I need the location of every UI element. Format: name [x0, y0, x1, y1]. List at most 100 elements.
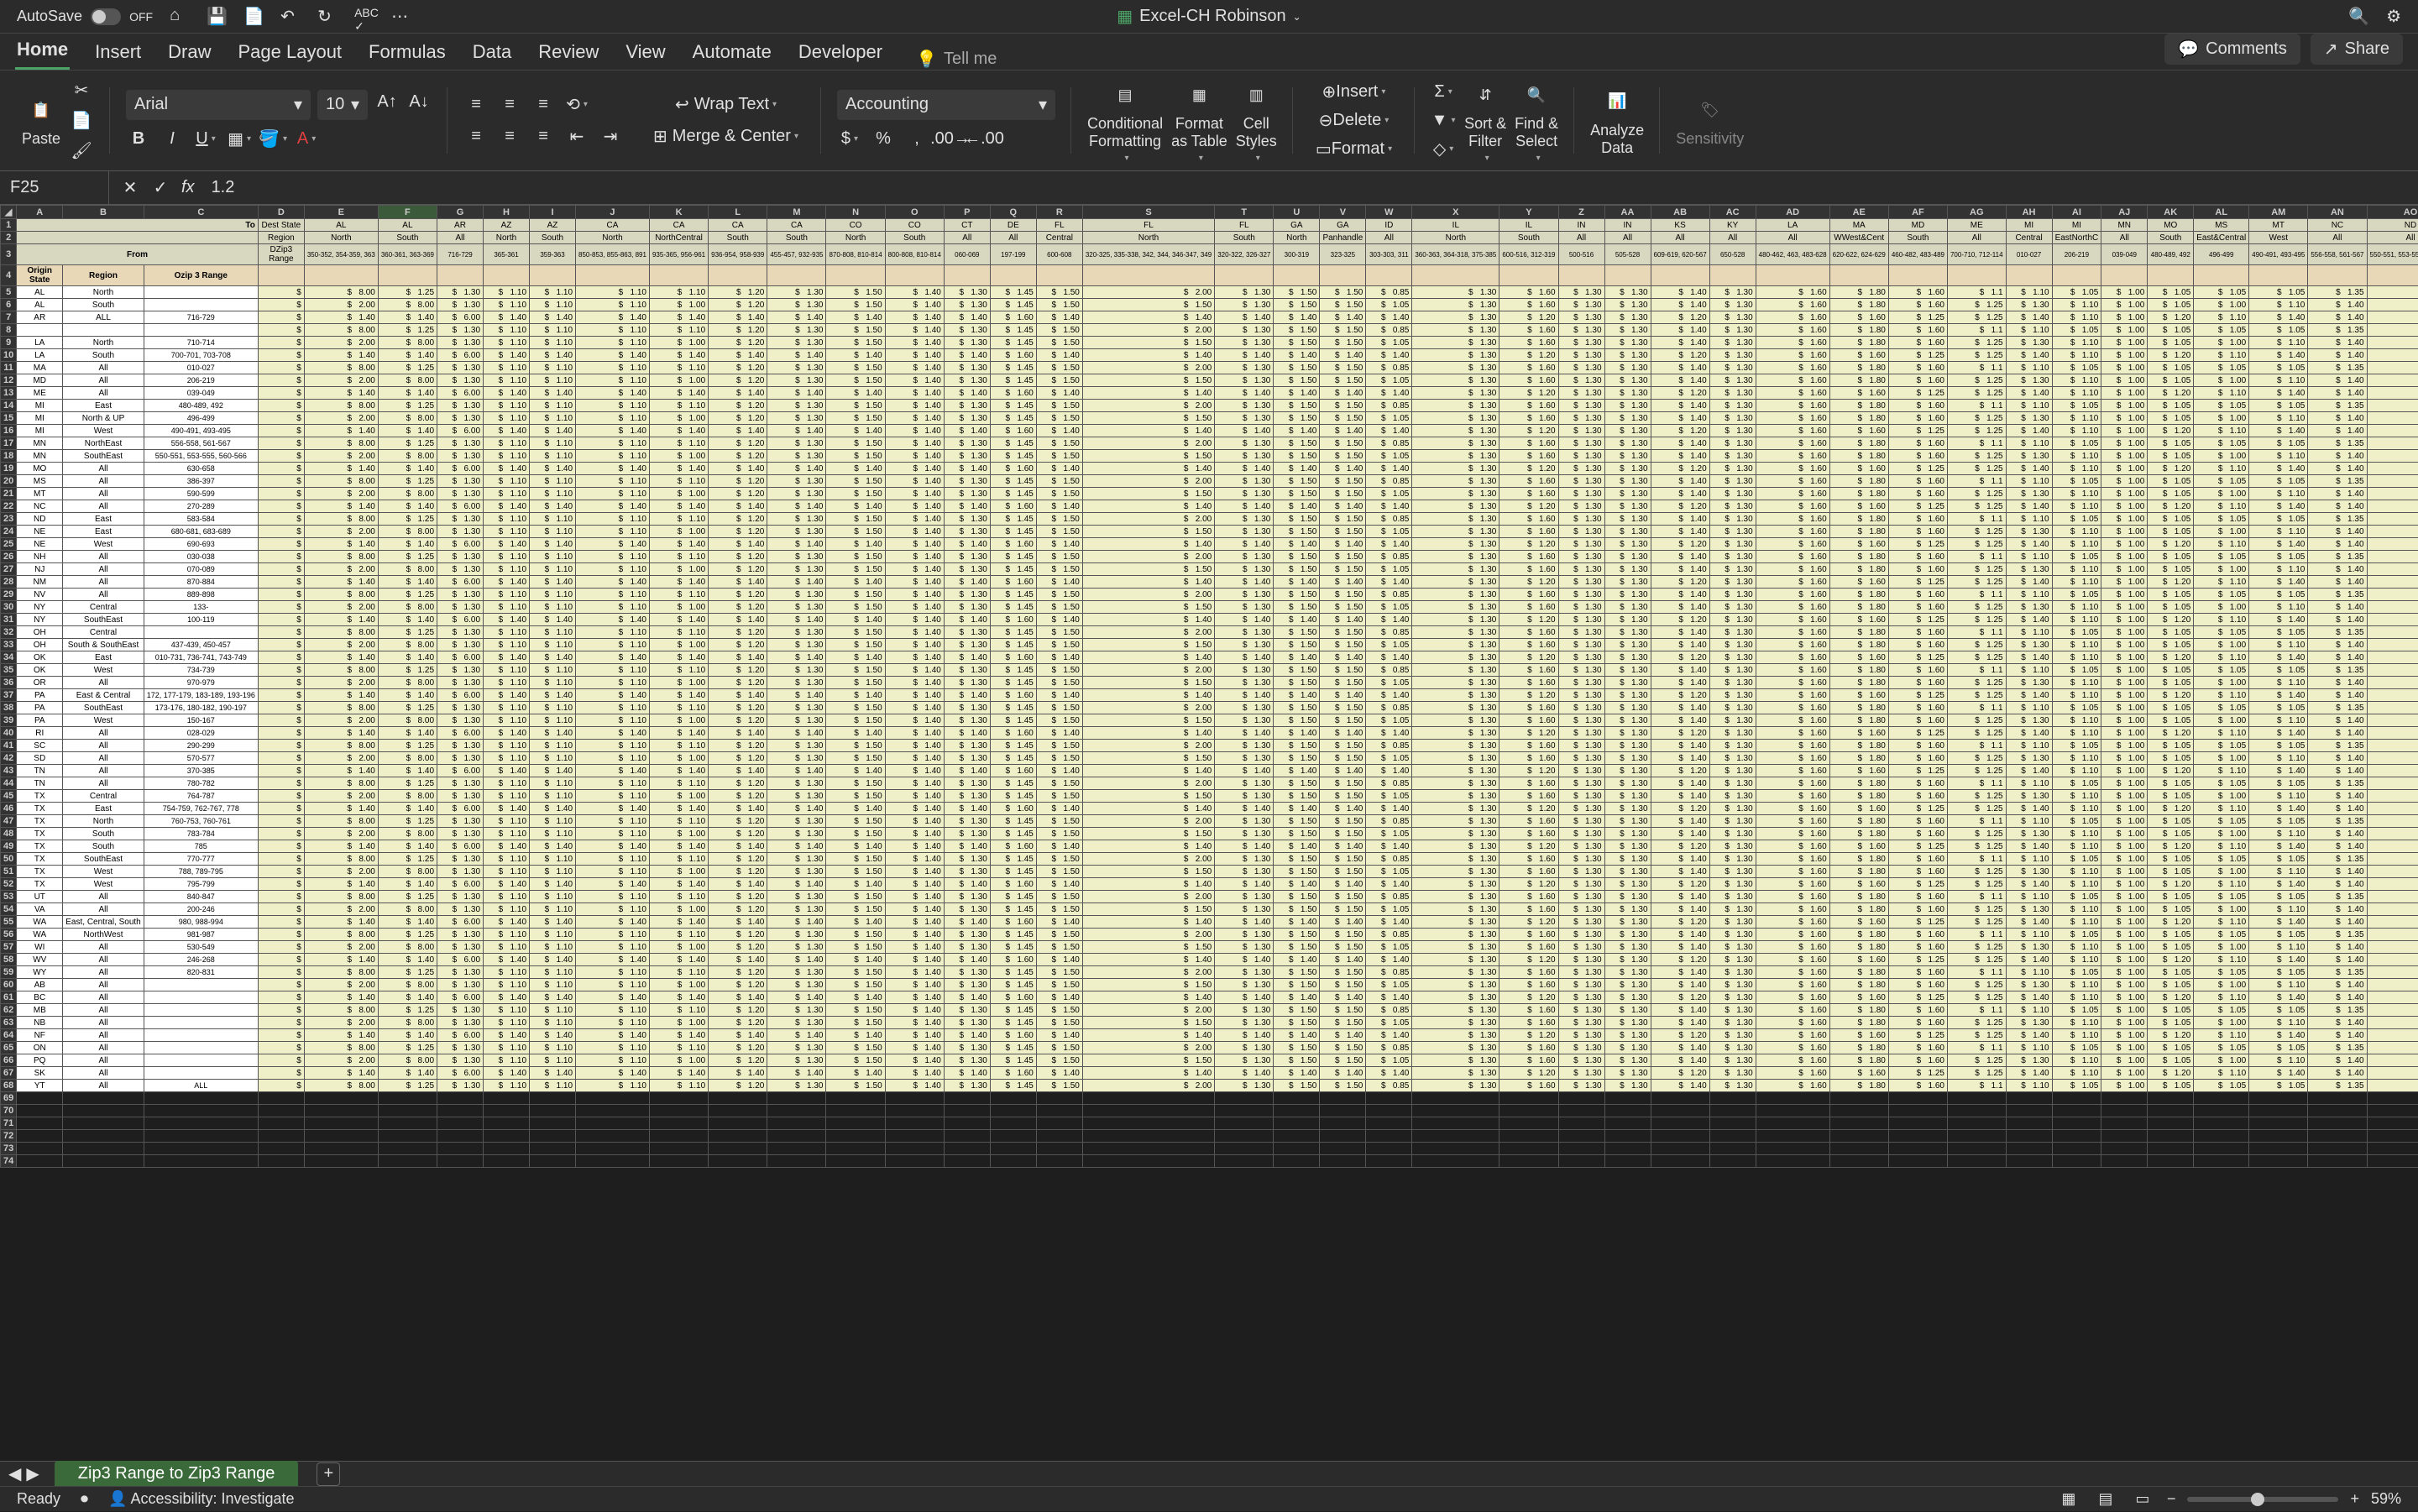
origin-state-cell[interactable]: NM — [17, 576, 63, 589]
data-cell[interactable]: $ 1.40 — [1215, 500, 1274, 513]
origin-zip-cell[interactable]: 039-049 — [144, 387, 258, 400]
data-cell[interactable]: $ 1.40 — [1320, 651, 1366, 664]
data-cell[interactable]: $ 1.30 — [1709, 450, 1756, 463]
data-cell[interactable]: $ 1.60 — [990, 878, 1036, 891]
data-cell[interactable]: $ 1.25 — [1947, 463, 2006, 475]
data-cell[interactable]: $ 1.45 — [990, 790, 1036, 803]
data-cell[interactable]: $ 1.10 — [2006, 437, 2052, 450]
data-cell[interactable]: $ 1.25 — [1888, 991, 1947, 1004]
data-cell[interactable]: $ 1.30 — [1558, 563, 1604, 576]
data-cell[interactable]: $ — [258, 853, 304, 866]
data-cell[interactable]: $ 1.30 — [1558, 866, 1604, 878]
data-cell[interactable]: $ 1.50 — [1320, 790, 1366, 803]
data-cell[interactable]: $ 2.00 — [304, 1054, 378, 1067]
data-cell[interactable]: $ 1.10 — [484, 362, 530, 374]
data-cell[interactable]: $ 1.50 — [1274, 589, 1320, 601]
empty-cell[interactable] — [1215, 1155, 1274, 1168]
data-cell[interactable]: $ 1.45 — [2367, 1017, 2418, 1029]
data-cell[interactable]: $ 1.40 — [484, 727, 530, 740]
data-cell[interactable]: $ 1.05 — [2052, 740, 2101, 752]
data-cell[interactable]: $ 1.60 — [1756, 903, 1829, 916]
data-cell[interactable]: $ 1.50 — [1320, 714, 1366, 727]
data-cell[interactable]: $ 1.40 — [944, 463, 990, 475]
data-cell[interactable]: $ 1.05 — [1366, 299, 1412, 311]
data-cell[interactable]: $ 2.00 — [304, 1017, 378, 1029]
data-cell[interactable]: $ 1.40 — [1651, 1017, 1709, 1029]
data-cell[interactable]: $ 1.40 — [944, 1067, 990, 1080]
data-cell[interactable]: $ 1.00 — [2101, 488, 2148, 500]
data-cell[interactable]: $ 1.60 — [1829, 954, 1888, 966]
data-cell[interactable]: $ 1.30 — [1709, 475, 1756, 488]
data-cell[interactable]: $ 1.10 — [576, 853, 650, 866]
empty-cell[interactable] — [2052, 1155, 2101, 1168]
row-header[interactable]: 70 — [1, 1105, 17, 1117]
data-cell[interactable]: $ 2.00 — [1082, 702, 1214, 714]
data-cell[interactable]: $ 1.10 — [530, 702, 576, 714]
data-cell[interactable]: $ 1.20 — [1499, 500, 1558, 513]
sheet-tab-active[interactable]: Zip3 Range to Zip3 Range — [55, 1461, 299, 1487]
data-cell[interactable]: $ 1.35 — [2308, 1042, 2367, 1054]
data-cell[interactable]: $ 1.40 — [2308, 311, 2367, 324]
data-cell[interactable]: $ — [258, 437, 304, 450]
origin-region-cell[interactable]: All — [63, 1080, 144, 1092]
data-cell[interactable]: $ 1.30 — [437, 437, 484, 450]
empty-cell[interactable] — [2148, 1155, 2194, 1168]
data-cell[interactable]: $ 1.50 — [1274, 362, 1320, 374]
dest-zip-cell[interactable]: 350-352, 354-359, 363 — [304, 244, 378, 265]
data-cell[interactable]: $ 1.30 — [2006, 299, 2052, 311]
data-cell[interactable]: $ 8.00 — [378, 1017, 437, 1029]
empty-cell[interactable] — [1829, 1143, 1888, 1155]
data-cell[interactable]: $ 1.10 — [2249, 563, 2308, 576]
empty-cell[interactable] — [2308, 1117, 2367, 1130]
data-cell[interactable]: $ 1.30 — [1412, 966, 1499, 979]
data-cell[interactable]: $ 0.85 — [1366, 324, 1412, 337]
data-cell[interactable]: $ 1.00 — [2194, 601, 2249, 614]
data-cell[interactable]: $ 1.20 — [2148, 614, 2194, 626]
data-cell[interactable]: $ 1.20 — [1499, 1067, 1558, 1080]
data-cell[interactable]: $ 1.00 — [2101, 589, 2148, 601]
data-cell[interactable]: $ 1.40 — [944, 425, 990, 437]
data-cell[interactable]: $ 1.40 — [2367, 463, 2418, 475]
data-cell[interactable]: $ 1.30 — [1604, 601, 1651, 614]
data-cell[interactable]: $ 1.40 — [2308, 387, 2367, 400]
origin-zip-cell[interactable]: 270-289 — [144, 500, 258, 513]
data-cell[interactable]: $ 1.30 — [437, 286, 484, 299]
data-cell[interactable]: $ 1.25 — [1888, 500, 1947, 513]
data-cell[interactable]: $ 1.50 — [1036, 941, 1082, 954]
data-cell[interactable]: $ 1.60 — [1499, 677, 1558, 689]
data-cell[interactable]: $ 1.00 — [649, 601, 708, 614]
data-cell[interactable]: $ 0.85 — [1366, 1080, 1412, 1092]
data-cell[interactable]: $ 1.00 — [2101, 664, 2148, 677]
data-cell[interactable]: $ 1.60 — [1888, 714, 1947, 727]
data-cell[interactable]: $ 1.05 — [1366, 601, 1412, 614]
cancel-formula-icon[interactable]: ✕ — [118, 175, 143, 201]
data-cell[interactable] — [990, 265, 1036, 286]
data-cell[interactable]: $ 1.40 — [1366, 765, 1412, 777]
data-cell[interactable]: $ — [258, 1029, 304, 1042]
empty-cell[interactable] — [437, 1155, 484, 1168]
data-cell[interactable]: $ 1.50 — [826, 551, 885, 563]
data-cell[interactable]: $ 1.10 — [649, 1080, 708, 1092]
borders-icon[interactable]: ▦ — [227, 127, 252, 152]
data-cell[interactable]: $ 1.40 — [576, 651, 650, 664]
origin-zip-cell[interactable]: 070-089 — [144, 563, 258, 576]
origin-state-cell[interactable]: LA — [17, 337, 63, 349]
row-header[interactable]: 27 — [1, 563, 17, 576]
data-cell[interactable]: $ 1.10 — [576, 891, 650, 903]
data-cell[interactable]: $ 1.40 — [2006, 349, 2052, 362]
empty-cell[interactable] — [530, 1130, 576, 1143]
next-sheet-icon[interactable]: ▶ — [26, 1463, 39, 1484]
data-cell[interactable]: $ 1.60 — [1499, 1080, 1558, 1092]
data-cell[interactable]: $ 1.50 — [1320, 664, 1366, 677]
origin-region-cell[interactable]: East — [63, 526, 144, 538]
conditional-formatting-button[interactable]: ▤Conditional Formatting — [1087, 78, 1163, 163]
data-cell[interactable]: $ 1.40 — [709, 311, 767, 324]
col-header[interactable]: O — [885, 206, 944, 219]
data-cell[interactable]: $ 1.50 — [1274, 1004, 1320, 1017]
data-cell[interactable]: $ 1.20 — [1651, 840, 1709, 853]
data-cell[interactable]: $ 1.10 — [2052, 349, 2101, 362]
data-cell[interactable]: $ 1.00 — [2101, 1017, 2148, 1029]
data-cell[interactable]: $ 1.30 — [767, 299, 826, 311]
data-cell[interactable]: $ 1.00 — [649, 639, 708, 651]
data-cell[interactable]: $ 1.30 — [1412, 324, 1499, 337]
